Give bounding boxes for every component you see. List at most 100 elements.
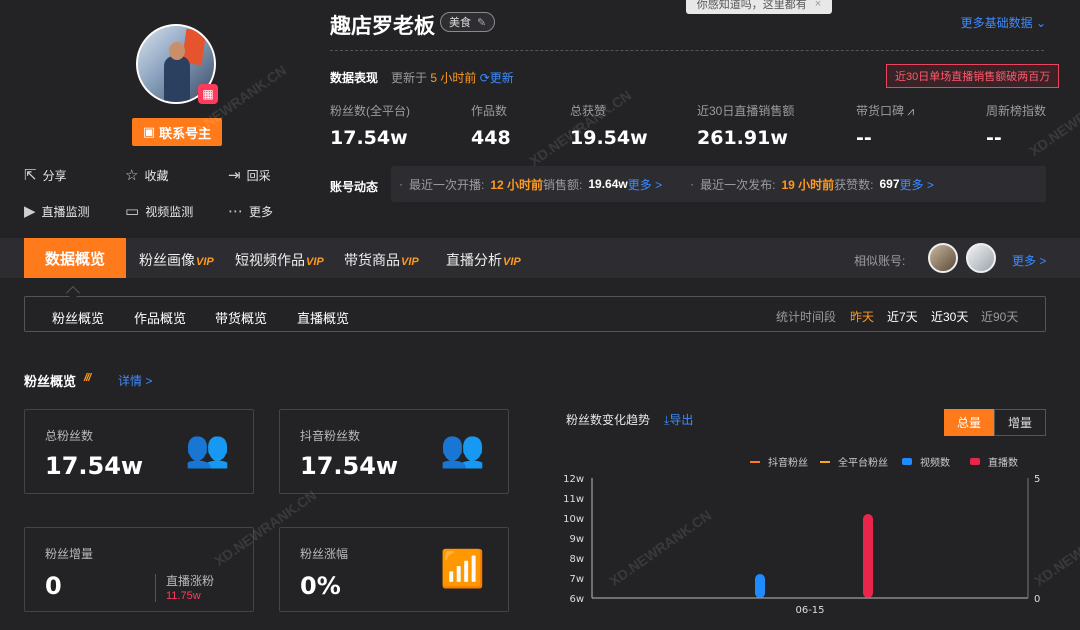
x-tick-label: 06-15 bbox=[795, 605, 824, 616]
tv-icon: ▶ bbox=[24, 203, 36, 220]
live-fans-label: 直播涨粉 bbox=[166, 574, 215, 588]
y-right-tick-label: 0 bbox=[1034, 594, 1040, 605]
chat-icon: ▣ bbox=[142, 124, 156, 139]
chart-title: 粉丝数变化趋势 bbox=[566, 413, 651, 427]
similar-account-avatar[interactable] bbox=[966, 243, 996, 273]
live-more-link[interactable]: 更多 > bbox=[628, 176, 662, 193]
y-tick-label: 11w bbox=[563, 494, 584, 505]
y-tick-label: 7w bbox=[569, 574, 584, 585]
login-icon: ⇥ bbox=[228, 167, 241, 184]
post-more-link[interactable]: 更多 > bbox=[900, 176, 934, 193]
update-info: 更新于 5 小时前 ⟳更新 bbox=[391, 71, 514, 85]
similar-account-avatar[interactable] bbox=[928, 243, 958, 273]
more-basic-data-link[interactable]: 更多基础数据 ⌄ bbox=[961, 14, 1046, 31]
divider bbox=[330, 50, 1044, 51]
legend-label: 直播数 bbox=[988, 456, 1018, 469]
live-monitor-button[interactable]: ▶ 直播监测 bbox=[24, 202, 90, 220]
favorite-button[interactable]: ☆ 收藏 bbox=[125, 166, 168, 184]
y-tick-label: 8w bbox=[569, 554, 584, 565]
subtab-live-overview[interactable]: 直播概览 bbox=[297, 308, 349, 327]
y-right-tick-label: 5 bbox=[1034, 474, 1040, 485]
chevron-down-icon: ⌄ bbox=[1035, 16, 1046, 30]
subtab-goods-overview[interactable]: 带货概览 bbox=[215, 308, 267, 327]
similar-accounts-label: 相似账号: bbox=[854, 254, 906, 268]
bar-video-count bbox=[755, 574, 765, 598]
share-icon: ⇱ bbox=[24, 167, 37, 184]
refresh-link[interactable]: 更新 bbox=[490, 71, 514, 85]
legend-bar-marker bbox=[902, 458, 912, 465]
growth-chart-icon: 📶 bbox=[440, 548, 485, 589]
stat-label-weekly-index: 周新榜指数 bbox=[986, 104, 1047, 118]
period-7d[interactable]: 近7天 bbox=[887, 308, 918, 325]
card-total-fans: 总粉丝数 17.54w 👥 bbox=[24, 409, 254, 494]
legend-bar-marker bbox=[970, 458, 980, 465]
section-detail-link[interactable]: 详情 > bbox=[118, 372, 152, 389]
share-button[interactable]: ⇱ 分享 bbox=[24, 166, 67, 184]
y-axis-left: 12w 11w 10w 9w 8w 7w 6w bbox=[563, 474, 584, 605]
stat-value-weekly-index: -- bbox=[986, 127, 1002, 149]
export-button[interactable]: ⤓导出 bbox=[664, 411, 693, 428]
chart-bars bbox=[755, 514, 873, 598]
account-name: 趣店罗老板 bbox=[330, 15, 435, 38]
qr-code-icon[interactable]: ▦ bbox=[198, 84, 218, 104]
users-icon: 👥 bbox=[440, 428, 485, 469]
card-fans-growth-rate: 粉丝涨幅 0% 📶 bbox=[279, 527, 509, 612]
y-tick-label: 12w bbox=[563, 474, 584, 485]
fans-trend-chart: 抖音粉丝 全平台粉丝 视频数 直播数 12w 11w 10w 9w 8w 7w 6w 5 0 06-… bbox=[563, 456, 1040, 616]
tooltip: 你感知道吗，这里都有 × bbox=[686, 0, 832, 14]
tab-short-videos[interactable]: 短视频作品VIP bbox=[235, 250, 324, 270]
tab-live-analysis[interactable]: 直播分析VIP bbox=[446, 250, 521, 270]
stat-value-works: 448 bbox=[471, 127, 511, 149]
legend-label: 抖音粉丝 bbox=[768, 456, 808, 469]
sales-record-badge: 近30日单场直播销售额破两百万 bbox=[886, 64, 1060, 88]
toggle-increment[interactable]: 增量 bbox=[994, 409, 1046, 436]
star-icon: ☆ bbox=[125, 167, 139, 184]
similar-more-link[interactable]: 更多 > bbox=[1012, 252, 1046, 269]
subtab-fans-overview[interactable]: 粉丝概览 bbox=[52, 308, 104, 327]
edit-icon: ✎ bbox=[477, 16, 487, 29]
y-tick-label: 9w bbox=[569, 534, 584, 545]
card-value: 17.54w bbox=[45, 452, 144, 480]
tab-products[interactable]: 带货商品VIP bbox=[344, 250, 419, 270]
account-dynamics-box: · 最近一次开播: 12 小时前 销售额: 19.64w 更多 > · 最近一次… bbox=[391, 166, 1046, 202]
period-yesterday[interactable]: 昨天 bbox=[850, 308, 874, 325]
bar-live-count bbox=[863, 514, 873, 598]
legend-label: 视频数 bbox=[920, 456, 950, 469]
divider bbox=[155, 574, 156, 602]
collect-button[interactable]: ⇥ 回采 bbox=[228, 166, 271, 184]
monitor-chart-icon: ▭ bbox=[125, 203, 140, 220]
y-tick-label: 6w bbox=[569, 594, 584, 605]
category-tag[interactable]: 美食 ✎ bbox=[440, 12, 496, 32]
close-icon[interactable]: × bbox=[815, 0, 821, 10]
card-label: 粉丝增量 bbox=[45, 547, 94, 561]
tab-fan-profile[interactable]: 粉丝画像VIP bbox=[139, 250, 214, 270]
period-30d[interactable]: 近30天 bbox=[931, 308, 968, 325]
card-value: 0% bbox=[300, 572, 341, 600]
tab-data-overview[interactable]: 数据概览 bbox=[24, 238, 126, 278]
stat-label-fans: 粉丝数(全平台) bbox=[330, 104, 410, 118]
subtab-works-overview[interactable]: 作品概览 bbox=[134, 308, 186, 327]
toggle-total[interactable]: 总量 bbox=[944, 409, 994, 436]
card-value: 0 bbox=[45, 572, 62, 600]
card-label: 总粉丝数 bbox=[45, 429, 94, 443]
legend-label: 全平台粉丝 bbox=[838, 456, 888, 469]
period-90d[interactable]: 近90天 bbox=[981, 308, 1018, 325]
card-fans-increase: 粉丝增量 0 直播涨粉 11.75w bbox=[24, 527, 254, 612]
period-label: 统计时间段 bbox=[776, 310, 837, 324]
card-label: 粉丝涨幅 bbox=[300, 547, 349, 561]
card-value: 17.54w bbox=[300, 452, 399, 480]
chart-legend: 抖音粉丝 全平台粉丝 视频数 直播数 bbox=[750, 456, 1018, 469]
stat-label-reputation: 带货口碑 ⩘ bbox=[856, 104, 915, 118]
x-axis-labels: 06-15 bbox=[795, 605, 824, 616]
video-monitor-button[interactable]: ▭ 视频监测 bbox=[125, 202, 193, 220]
refresh-icon[interactable]: ⟳ bbox=[480, 71, 490, 85]
more-dots-icon: ⋯ bbox=[228, 203, 243, 220]
live-fans-value: 11.75w bbox=[166, 590, 201, 602]
stat-label-works: 作品数 bbox=[471, 104, 508, 118]
stat-value-reputation: -- bbox=[856, 127, 872, 149]
card-label: 抖音粉丝数 bbox=[300, 429, 361, 443]
stat-value-fans: 17.54w bbox=[330, 127, 408, 149]
users-icon: 👥 bbox=[185, 428, 230, 469]
section-decoration-icon: /// bbox=[84, 372, 91, 384]
more-actions-button[interactable]: ⋯ 更多 bbox=[228, 202, 273, 220]
